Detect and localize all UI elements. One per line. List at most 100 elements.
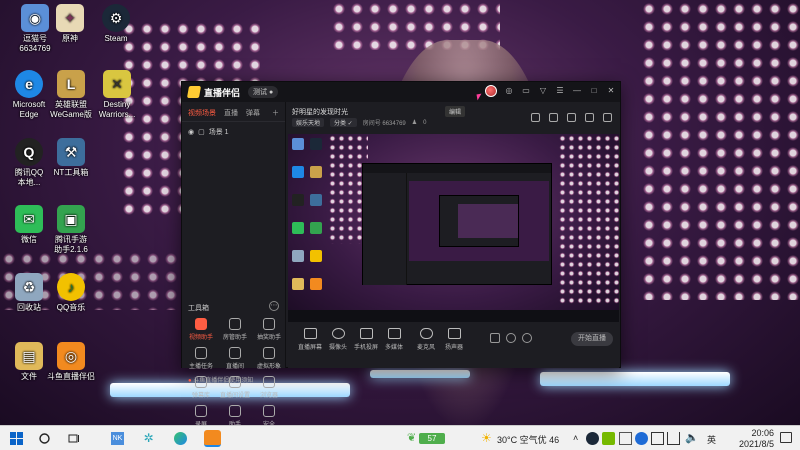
windows-taskbar: NK ✲ ❦ 57 ☀ 30°C 空气优 46 ˄ 🔈 英 20:06 2021… bbox=[0, 425, 800, 450]
desktop-icon-destiny[interactable]: ✕ Destiny Warriors... bbox=[86, 70, 148, 120]
desktop-icon-label: Steam bbox=[104, 34, 128, 43]
scene-item[interactable]: ◉ ▢ 场景 1 bbox=[182, 122, 285, 142]
windows-start-icon[interactable] bbox=[10, 432, 23, 445]
start-live-button[interactable]: 开始直播 bbox=[571, 332, 613, 346]
skin-icon[interactable]: ▽ bbox=[538, 86, 548, 96]
douyu-taskbar-icon[interactable] bbox=[204, 430, 221, 447]
bluetooth-tray-icon[interactable] bbox=[635, 432, 648, 445]
maximize-icon[interactable]: □ bbox=[589, 86, 599, 96]
room-title[interactable]: 好明星的发现时光 bbox=[292, 107, 348, 117]
chevron-up-icon[interactable]: ˄ bbox=[573, 432, 586, 445]
stream-preview[interactable] bbox=[288, 134, 619, 322]
record-tool-icon bbox=[195, 405, 207, 417]
tool-live-room[interactable]: 直播间 bbox=[218, 347, 252, 370]
room-tool-icon bbox=[229, 347, 241, 359]
message-icon[interactable]: ◎ bbox=[504, 86, 514, 96]
preview-desktop-icon bbox=[310, 166, 322, 178]
folder-icon: ▤ bbox=[15, 342, 43, 370]
tool-label: 视频助手 bbox=[188, 335, 213, 341]
tool-label: 主播任务 bbox=[188, 364, 213, 370]
mouse-cursor-icon bbox=[476, 93, 483, 101]
desktop-icon-tools[interactable]: ⚒ NT工具箱 bbox=[40, 138, 102, 178]
tab-video-scene[interactable]: 视频场景 bbox=[188, 108, 216, 118]
lock-icon[interactable]: ▢ bbox=[198, 128, 205, 136]
preview-desktop-icon bbox=[292, 194, 304, 206]
app-titlebar[interactable]: 直播伴侣 测试 ● ◎ ▭ ▽ ☰ — □ ✕ bbox=[182, 82, 620, 102]
room-subcategory[interactable]: 分类 ✓ bbox=[330, 118, 357, 127]
weather-sun-icon: ☀ bbox=[481, 431, 492, 445]
toolbox-more-icon[interactable]: ⋯ bbox=[269, 301, 279, 311]
source-toolbar: 直播屏幕 摄像头 手机投屏 多媒体 麦克风 扬声器 开始直播 bbox=[288, 323, 619, 368]
weather-text[interactable]: 30°C 空气优 46 bbox=[497, 433, 559, 446]
visibility-icon[interactable]: ◉ bbox=[188, 128, 194, 136]
monitor-icon bbox=[303, 328, 317, 339]
desktop-icon-label: Destiny Warriors... bbox=[98, 100, 136, 119]
eye-icon[interactable] bbox=[506, 333, 516, 343]
source-label: 麦克风 bbox=[416, 345, 435, 351]
system-clock[interactable]: 20:06 2021/8/5 bbox=[739, 428, 774, 450]
unlock-icon[interactable] bbox=[549, 113, 558, 122]
user-avatar[interactable] bbox=[485, 85, 497, 97]
desktop-icon-steam[interactable]: ⚙ Steam bbox=[85, 4, 147, 44]
close-icon[interactable]: ✕ bbox=[606, 86, 616, 96]
room-header: 好明星的发现时光 编辑 娱乐天地 分类 ✓ 房间号 6634769 ♟ 0 bbox=[288, 104, 618, 127]
recursive-preview-2 bbox=[458, 204, 518, 238]
tab-live[interactable]: 直播 bbox=[224, 108, 238, 118]
nk-app-icon[interactable]: NK bbox=[111, 432, 124, 445]
search-icon[interactable] bbox=[38, 432, 51, 445]
display-tray-icon[interactable] bbox=[651, 432, 664, 445]
desktop-icon-label: 斗鱼直播伴侣 bbox=[47, 372, 95, 381]
recycle-bin-icon: ♻ bbox=[15, 273, 43, 301]
settings-icon[interactable] bbox=[522, 333, 532, 343]
tool-avatar[interactable]: 虚拟形象 bbox=[252, 347, 286, 370]
desktop-icon-qqmusic[interactable]: ♪ QQ音乐 bbox=[40, 273, 102, 313]
toolbox-header: 工具箱 bbox=[188, 305, 209, 312]
preview-desktop-icon bbox=[292, 138, 304, 150]
tool-label: 直播间设置 bbox=[219, 393, 250, 399]
input-language[interactable]: 英 bbox=[707, 433, 716, 446]
minimize-icon[interactable]: — bbox=[572, 86, 582, 96]
tool-lottery[interactable]: 抽奖助手 bbox=[252, 318, 286, 341]
settings-icon[interactable]: ☰ bbox=[555, 86, 565, 96]
tool-label: 抽奖助手 bbox=[256, 335, 281, 341]
volume-icon[interactable]: 🔈 bbox=[685, 432, 699, 445]
nvidia-tray-icon[interactable] bbox=[602, 432, 615, 445]
bell-icon[interactable] bbox=[585, 113, 594, 122]
notification-center-icon[interactable] bbox=[780, 432, 792, 443]
tool-video-assistant[interactable]: 视频助手 bbox=[184, 318, 218, 341]
usage-notice[interactable]: ● 斗鱼直播伴侣使用须知 bbox=[182, 375, 286, 388]
speaker-button[interactable]: 扬声器 bbox=[434, 328, 474, 351]
tool-tasks[interactable]: 主播任务 bbox=[184, 347, 218, 370]
preview-desktop-icon bbox=[310, 222, 322, 234]
room-edit-badge[interactable]: 编辑 bbox=[445, 106, 466, 117]
genshin-icon: ✦ bbox=[56, 4, 84, 32]
add-scene-icon[interactable]: ＋ bbox=[272, 108, 279, 118]
source-label: 多媒体 bbox=[384, 345, 403, 351]
share-icon[interactable] bbox=[603, 113, 612, 122]
desktop-icon-douyu[interactable]: ◎ 斗鱼直播伴侣 bbox=[40, 342, 102, 382]
steam-tray-icon[interactable] bbox=[586, 432, 599, 445]
edge-taskbar-icon[interactable] bbox=[174, 432, 187, 445]
preview-desktop-icon bbox=[310, 194, 322, 206]
lock-icon[interactable] bbox=[567, 113, 576, 122]
recursive-titlebar bbox=[363, 164, 551, 173]
phone-cast-icon bbox=[359, 328, 373, 339]
task-view-icon[interactable] bbox=[67, 432, 80, 445]
bluestar-app-icon[interactable]: ✲ bbox=[142, 432, 155, 445]
battery-indicator[interactable]: 57 bbox=[419, 433, 445, 444]
notice-text: 斗鱼直播伴侣使用须知 bbox=[193, 378, 254, 384]
tab-danmaku[interactable]: 弹幕 bbox=[246, 108, 260, 118]
drive-tray-icon[interactable] bbox=[619, 432, 632, 445]
save-icon[interactable] bbox=[531, 113, 540, 122]
desktop-icon-app4[interactable]: ▣ 腾讯手游 助手2.1.6 bbox=[40, 205, 102, 255]
clock-time: 20:06 bbox=[751, 428, 774, 438]
network-tray-icon[interactable] bbox=[667, 432, 680, 445]
beta-badge[interactable]: 测试 ● bbox=[248, 86, 279, 98]
screen-icon[interactable]: ▭ bbox=[521, 86, 531, 96]
scene-label: 场景 1 bbox=[208, 129, 229, 136]
room-meta: 娱乐天地 分类 ✓ 房间号 6634769 ♟ 0 bbox=[292, 118, 426, 127]
room-category[interactable]: 娱乐天地 bbox=[292, 118, 325, 127]
record-icon[interactable] bbox=[490, 333, 500, 343]
tool-room-manager[interactable]: 房管助手 bbox=[218, 318, 252, 341]
desktop-icon-label: NT工具箱 bbox=[53, 168, 89, 177]
